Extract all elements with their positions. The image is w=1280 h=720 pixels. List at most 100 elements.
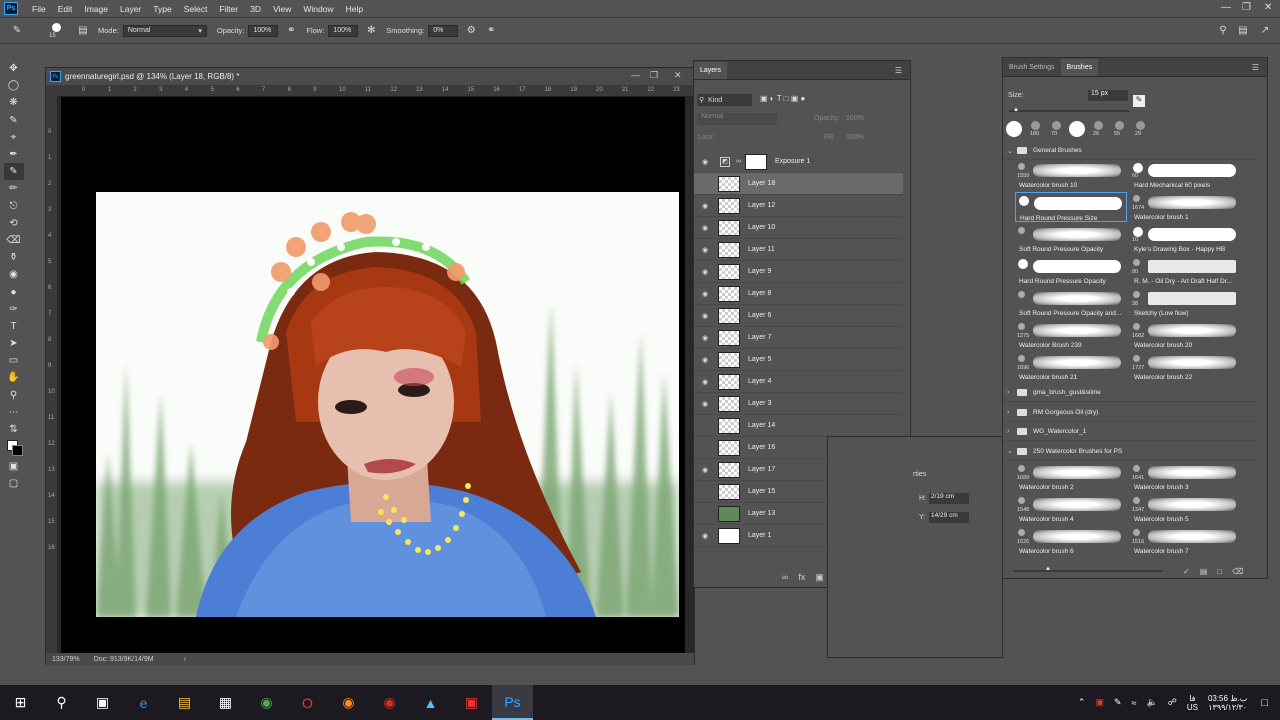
layer-row[interactable]: ◉ Layer 4 bbox=[694, 371, 903, 393]
layer-thumbnail[interactable] bbox=[718, 175, 740, 192]
layer-thumbnail[interactable] bbox=[718, 285, 740, 302]
brush-size-input[interactable]: 15 px bbox=[1088, 90, 1128, 101]
paint-bucket-tool-icon[interactable]: ⚱ bbox=[4, 249, 24, 266]
download-manager-icon[interactable]: ▣ bbox=[451, 685, 492, 720]
vertical-ruler[interactable]: 0 1 2 3 4 5 6 7 8 9 10 11 12 13 14 15 16 bbox=[46, 97, 58, 654]
painting-canvas[interactable] bbox=[96, 192, 679, 617]
pressure-size-icon[interactable]: ⚭ bbox=[484, 24, 498, 38]
chevron-up-icon[interactable]: ⌃ bbox=[1078, 697, 1086, 708]
recent-brush-preset[interactable]: 180 bbox=[1026, 120, 1045, 139]
visibility-eye-icon[interactable]: ◉ bbox=[700, 202, 710, 210]
chrome-icon[interactable]: ◉ bbox=[246, 685, 287, 720]
brush-folder[interactable]: › gma_brush_gust&slime bbox=[1003, 384, 1258, 402]
brush-preset[interactable]: Soft Round Pressure Opacity bbox=[1015, 224, 1127, 254]
pasteboard[interactable] bbox=[61, 97, 685, 654]
new-group-icon[interactable]: ▤ bbox=[1200, 567, 1208, 576]
smoothing-input[interactable]: 0% bbox=[428, 24, 459, 37]
layer-thumbnail[interactable] bbox=[718, 351, 740, 368]
menu-view[interactable]: View bbox=[267, 4, 297, 14]
clock[interactable]: 03:56 ب.ظ ۱۳۹۹/۱۲/۳۰ bbox=[1208, 694, 1247, 712]
brush-preset[interactable]: 1347 Watercolor brush 5 bbox=[1130, 494, 1242, 524]
layer-thumbnail[interactable] bbox=[718, 483, 740, 500]
brush-folder[interactable]: › RM Gorgeous Oil (dry) bbox=[1003, 404, 1258, 422]
layer-thumbnail[interactable] bbox=[718, 461, 740, 478]
menu-help[interactable]: Help bbox=[340, 4, 369, 14]
brush-preset[interactable]: 1674 Watercolor brush 1 bbox=[1130, 192, 1242, 222]
horizontal-ruler[interactable]: 0 1 2 3 4 5 6 7 8 9 10 11 12 13 14 15 16 17 18 19 20 21 22 23 bbox=[58, 85, 694, 97]
firefox-icon[interactable]: ◉ bbox=[328, 685, 369, 720]
slider-handle-icon[interactable]: ▲ bbox=[1013, 107, 1019, 113]
menu-3d[interactable]: 3D bbox=[244, 4, 267, 14]
network-icon[interactable]: ☍ bbox=[1168, 697, 1177, 708]
path-select-tool-icon[interactable]: ➤ bbox=[4, 335, 24, 352]
brush-folder[interactable]: › WG_Watercolor_1 bbox=[1003, 423, 1258, 441]
wifi-icon[interactable]: ≈ bbox=[1132, 698, 1137, 708]
layer-thumbnail[interactable] bbox=[718, 219, 740, 236]
visibility-eye-icon[interactable]: ◉ bbox=[700, 268, 710, 276]
new-preset-icon[interactable]: □ bbox=[1217, 567, 1222, 576]
brush-preset[interactable]: 1641 Watercolor brush 3 bbox=[1130, 462, 1242, 492]
windows-start-icon[interactable]: ⊞ bbox=[0, 685, 41, 720]
workspace-icon[interactable]: ▤ bbox=[1236, 24, 1250, 38]
visibility-eye-icon[interactable]: ◉ bbox=[700, 312, 710, 320]
visibility-eye-icon[interactable]: ◉ bbox=[700, 224, 710, 232]
gear-icon[interactable]: ⚙ bbox=[464, 24, 478, 38]
recent-brush-preset[interactable]: 70 bbox=[1047, 120, 1066, 139]
flow-input[interactable]: 100% bbox=[328, 24, 359, 37]
doc-close-icon[interactable]: ✕ bbox=[674, 70, 682, 81]
lasso-tool-icon[interactable]: ❋ bbox=[4, 94, 24, 111]
layer-row[interactable]: ◉ Layer 3 bbox=[694, 393, 903, 415]
layer-thumbnail[interactable] bbox=[718, 329, 740, 346]
recent-brush-preset[interactable]: 55 bbox=[1110, 120, 1129, 139]
tab-brushes[interactable]: Brushes bbox=[1060, 59, 1099, 76]
shape-tool-icon[interactable]: ▭ bbox=[4, 352, 24, 369]
tab-layers[interactable]: Layers bbox=[694, 62, 728, 79]
brush-folder[interactable]: ⌄ 250 Watercolor Brushes for PS bbox=[1003, 443, 1258, 461]
airbrush-icon[interactable]: ✻ bbox=[364, 24, 378, 38]
recent-brush-preset[interactable]: 26 bbox=[1089, 120, 1108, 139]
doc-restore-icon[interactable]: ❐ bbox=[650, 70, 658, 81]
slider-handle-icon[interactable]: ▲ bbox=[1045, 566, 1051, 572]
visibility-eye-icon[interactable]: ◉ bbox=[700, 246, 710, 254]
visibility-eye-icon[interactable]: ◉ bbox=[700, 290, 710, 298]
notifications-icon[interactable]: □ bbox=[1261, 697, 1268, 709]
antivirus-icon[interactable]: ▣ bbox=[1095, 697, 1104, 708]
fill-value[interactable]: 100% bbox=[846, 134, 864, 141]
visibility-eye-icon[interactable]: ◉ bbox=[700, 158, 710, 166]
brush-preset[interactable]: 1559 Watercolor brush 10 bbox=[1015, 160, 1127, 190]
visibility-eye-icon[interactable]: ◉ bbox=[700, 356, 710, 364]
pen-icon[interactable]: ✎ bbox=[1114, 697, 1122, 708]
pressure-opacity-icon[interactable]: ⚭ bbox=[284, 24, 298, 38]
tab-brush-settings[interactable]: Brush Settings bbox=[1003, 59, 1061, 76]
layer-thumbnail[interactable] bbox=[718, 373, 740, 390]
ruler-origin[interactable] bbox=[46, 85, 58, 97]
mask-link-icon[interactable]: ∞ bbox=[736, 158, 741, 165]
visibility-eye-icon[interactable]: ◉ bbox=[700, 532, 710, 540]
close-icon[interactable]: ✕ bbox=[1264, 2, 1272, 13]
menu-type[interactable]: Type bbox=[147, 4, 177, 14]
quick-mask-icon[interactable]: ▣ bbox=[4, 458, 24, 475]
brush-tool-icon[interactable]: ✎ bbox=[3, 163, 24, 181]
height-input[interactable]: 2/19 cm bbox=[929, 493, 969, 504]
layer-row[interactable]: ◉Layer 14 bbox=[694, 415, 903, 437]
brush-preset[interactable]: Soft Round Pressure Opacity and... bbox=[1015, 288, 1127, 318]
brush-preset[interactable]: 1696 Watercolor brush 21 bbox=[1015, 352, 1127, 382]
menu-window[interactable]: Window bbox=[297, 4, 339, 14]
y-input[interactable]: 14/29 cm bbox=[929, 512, 969, 523]
file-explorer-icon[interactable]: ▤ bbox=[164, 685, 205, 720]
panel-menu-icon[interactable]: ☰ bbox=[895, 66, 902, 75]
opera-icon[interactable]: O bbox=[287, 685, 328, 720]
layer-row[interactable]: ◉ Layer 11 bbox=[694, 239, 903, 261]
layer-thumbnail[interactable] bbox=[718, 197, 740, 214]
quick-select-tool-icon[interactable]: ✎ bbox=[4, 112, 24, 129]
layer-thumbnail[interactable] bbox=[718, 395, 740, 412]
visibility-eye-icon[interactable]: ◉ bbox=[700, 466, 710, 474]
screen-mode-icon[interactable]: ▢ bbox=[4, 475, 24, 492]
brush-preset[interactable]: 1689 Watercolor brush 2 bbox=[1015, 462, 1127, 492]
vpn-app-icon[interactable]: ▲ bbox=[410, 685, 451, 720]
opacity-input[interactable]: 100% bbox=[248, 24, 279, 37]
background-color[interactable] bbox=[11, 445, 23, 457]
layer-row[interactable]: ◉ Layer 10 bbox=[694, 217, 903, 239]
blur-tool-icon[interactable]: ◉ bbox=[4, 266, 24, 283]
brush-size-slider[interactable]: ▲ bbox=[1009, 107, 1129, 113]
